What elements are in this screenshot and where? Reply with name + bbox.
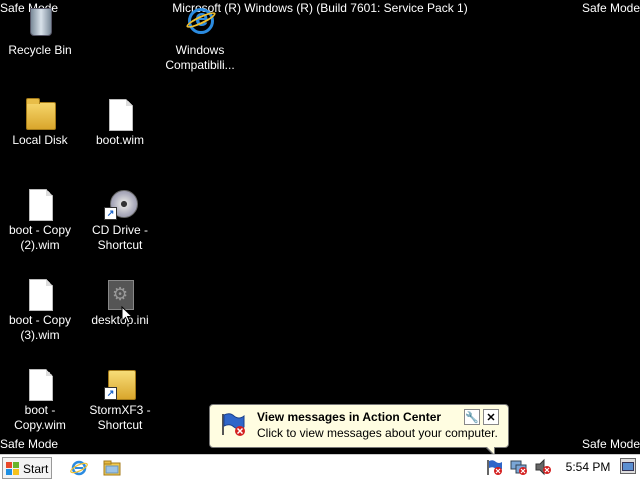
desktop-icon-label: boot - Copy (3).wim — [8, 313, 72, 342]
desktop-icon-boot-copy-2[interactable]: boot - Copy (2).wim — [0, 188, 80, 253]
desktop-icon-recycle-bin[interactable]: Recycle Bin — [0, 8, 80, 58]
windows-logo-icon — [6, 462, 20, 476]
monitor-icon — [622, 462, 634, 471]
start-label: Start — [23, 462, 49, 476]
desktop-icon-desktop-ini[interactable]: desktop.ini — [80, 278, 160, 328]
safe-mode-label-bottom-left: Safe Mode — [0, 437, 59, 451]
action-center-flag-icon[interactable] — [486, 458, 504, 476]
desktop-icon-label: Windows Compatibili... — [165, 43, 235, 72]
file-icon — [24, 368, 56, 401]
internet-explorer-icon — [184, 5, 218, 40]
wrench-icon: 🔧 — [465, 412, 479, 424]
network-error-icon[interactable] — [510, 458, 528, 476]
desktop-icon-label: desktop.ini — [91, 313, 149, 327]
notification-options-button[interactable]: 🔧 — [464, 409, 480, 425]
recycle-bin-icon — [24, 8, 56, 40]
close-icon: ✕ — [486, 412, 496, 424]
folder-shortcut-icon: ↗ — [104, 368, 136, 400]
action-center-notification[interactable]: View messages in Action Center Click to … — [209, 404, 509, 457]
os-build-banner: Microsoft (R) Windows (R) (Build 7601: S… — [172, 1, 468, 15]
desktop-icon-label: boot - Copy.wim — [14, 403, 66, 432]
desktop-icon-boot-copy[interactable]: boot - Copy.wim — [0, 368, 80, 433]
desktop-icon-label: StormXF3 - Shortcut — [89, 403, 151, 432]
show-desktop-button[interactable] — [620, 458, 636, 474]
notification-close-button[interactable]: ✕ — [483, 409, 499, 425]
file-icon — [104, 98, 136, 131]
notification-subtitle: Click to view messages about your comput… — [257, 426, 498, 440]
file-icon — [24, 278, 56, 311]
action-center-flag-icon — [222, 413, 245, 436]
desktop-icon-cd-drive-shortcut[interactable]: ↗ CD Drive - Shortcut — [80, 188, 160, 253]
folder-icon — [24, 98, 56, 130]
balloon-tail-inner — [486, 446, 494, 454]
taskbar-clock[interactable]: 5:54 PM — [558, 459, 618, 475]
mouse-cursor-icon — [121, 306, 133, 324]
desktop-icon-label: CD Drive - Shortcut — [92, 223, 148, 252]
desktop-icon-label: Recycle Bin — [8, 43, 72, 57]
start-button[interactable]: Start — [2, 457, 52, 479]
cd-drive-shortcut-icon: ↗ — [104, 188, 138, 220]
desktop-icon-label: Local Disk — [12, 133, 68, 147]
desktop-icon-label: boot - Copy (2).wim — [8, 223, 72, 252]
desktop-icon-local-disk[interactable]: Local Disk — [0, 98, 80, 148]
desktop-icon-label: boot.wim — [95, 133, 145, 147]
windows-explorer-icon[interactable] — [103, 459, 121, 477]
file-icon — [24, 188, 56, 221]
desktop-icon-boot-wim[interactable]: boot.wim — [80, 98, 160, 148]
desktop-icon-boot-copy-3[interactable]: boot - Copy (3).wim — [0, 278, 80, 343]
volume-muted-icon[interactable] — [534, 458, 552, 476]
notification-title: View messages in Action Center — [257, 410, 442, 424]
desktop-icon-windows-compatibility[interactable]: Windows Compatibili... — [160, 5, 240, 73]
internet-explorer-icon[interactable] — [70, 459, 88, 477]
desktop-icon-stormxf3-shortcut[interactable]: ↗ StormXF3 - Shortcut — [80, 368, 160, 433]
safe-mode-label-bottom-right: Safe Mode — [581, 437, 640, 451]
